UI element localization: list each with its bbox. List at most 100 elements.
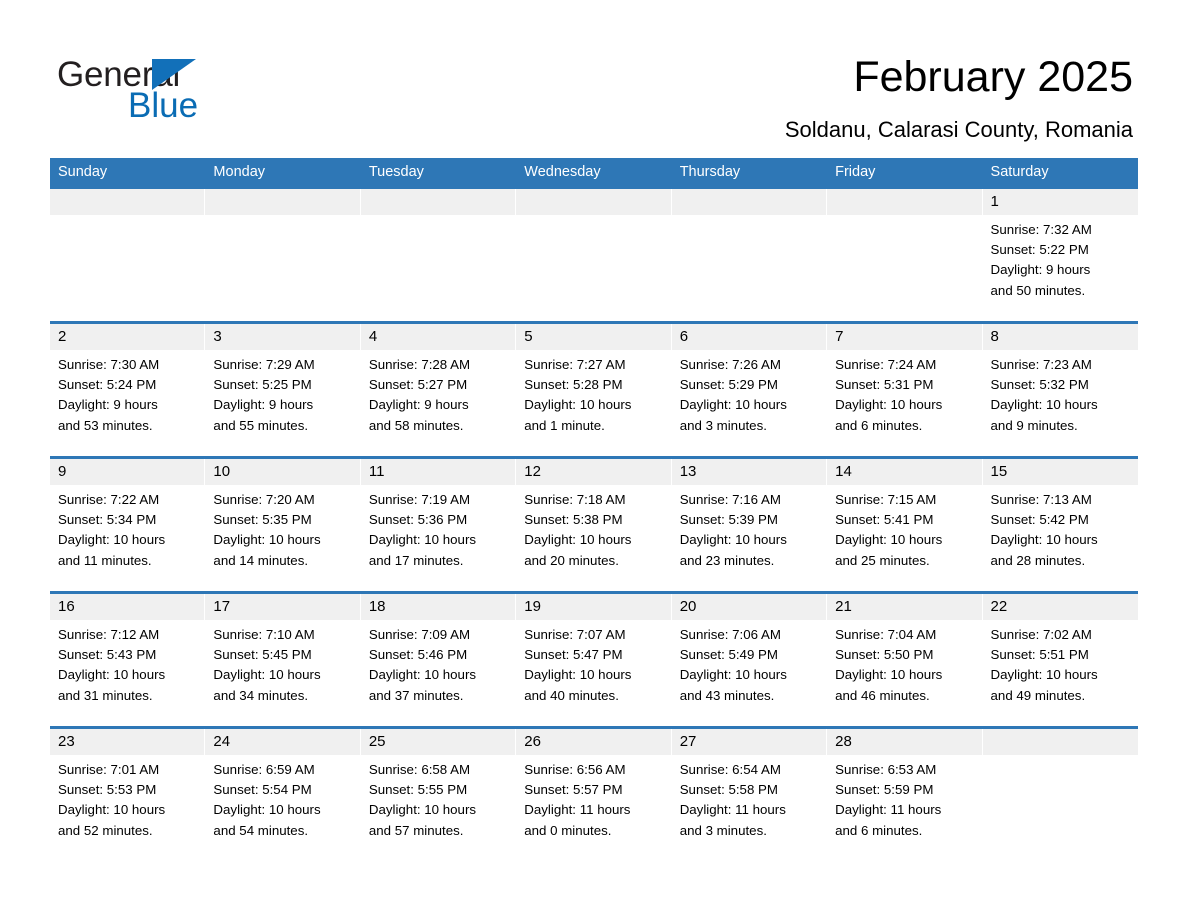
sunset-time: Sunset: 5:35 PM — [213, 512, 312, 528]
sunrise-time: Sunrise: 7:23 AM — [990, 357, 1092, 372]
calendar-day-cell[interactable]: 23 Sunrise: 7:01 AM Sunset: 5:53 PM Dayligh… — [50, 729, 206, 855]
daylight-duration-line-2: and 11 minutes. — [58, 552, 152, 568]
day-details: Sunrise: 6:53 AM Sunset: 5:59 PM Daylight:… — [827, 755, 981, 855]
calendar-day-cell[interactable]: 22 Sunrise: 7:02 AM Sunset: 5:51 PM Dayligh… — [982, 594, 1138, 720]
calendar-day-cell[interactable]: 10 Sunrise: 7:20 AM Sunset: 5:35 PM Dayligh… — [205, 459, 361, 585]
day-number: 22 — [982, 594, 1138, 620]
daylight-duration-line-2: and 34 minutes. — [213, 687, 309, 703]
calendar-day-cell[interactable]: 18 Sunrise: 7:09 AM Sunset: 5:46 PM Dayligh… — [360, 594, 517, 720]
sunrise-time: Sunrise: 7:26 AM — [679, 357, 781, 372]
day-details: Sunrise: 7:20 AM Sunset: 5:35 PM Daylight:… — [205, 485, 359, 585]
calendar-day-cell[interactable]: 7 Sunrise: 7:24 AM Sunset: 5:31 PM Daylight… — [827, 324, 983, 450]
calendar-day-cell[interactable]: 16 Sunrise: 7:12 AM Sunset: 5:43 PM Dayligh… — [50, 594, 206, 720]
day-of-week-header-monday: Monday — [213, 164, 266, 180]
sunrise-time: Sunrise: 7:09 AM — [368, 627, 471, 642]
day-details: Sunrise: 7:30 AM Sunset: 5:24 PM Daylight:… — [50, 350, 204, 450]
day-of-week-header-tuesday: Tuesday — [368, 164, 424, 180]
day-details: Sunrise: 7:23 AM Sunset: 5:32 PM Daylight:… — [983, 350, 1138, 450]
calendar-day-cell[interactable]: 3 Sunrise: 7:29 AM Sunset: 5:25 PM Daylight… — [205, 324, 361, 450]
daylight-duration-line-2: and 0 minutes. — [524, 822, 612, 838]
day-number: 11 — [360, 459, 516, 485]
calendar-day-cell[interactable]: 9 Sunrise: 7:22 AM Sunset: 5:34 PM Daylight… — [50, 459, 206, 585]
day-of-week-header-row: Sunday Monday Tuesday Wednesday Thursday Frid… — [50, 158, 1138, 186]
day-details: Sunrise: 7:09 AM Sunset: 5:46 PM Daylight:… — [361, 620, 515, 720]
daylight-duration-line-1: Daylight: 10 hours — [368, 802, 477, 818]
sunrise-time: Sunrise: 7:01 AM — [58, 762, 160, 777]
general-blue-logo: General Blue — [57, 55, 317, 130]
day-details: Sunrise: 7:13 AM Sunset: 5:42 PM Daylight:… — [983, 485, 1138, 585]
daylight-duration-line-2: and 9 minutes. — [990, 417, 1078, 433]
day-number — [671, 189, 827, 215]
calendar-day-cell-empty — [827, 189, 983, 315]
calendar-day-cell[interactable]: 20 Sunrise: 7:06 AM Sunset: 5:49 PM Dayligh… — [671, 594, 828, 720]
day-details: Sunrise: 7:15 AM Sunset: 5:41 PM Daylight:… — [827, 485, 981, 585]
day-number — [516, 189, 671, 215]
sunset-time: Sunset: 5:22 PM — [990, 242, 1089, 258]
sunset-time: Sunset: 5:59 PM — [835, 782, 934, 798]
sunset-time: Sunset: 5:25 PM — [213, 377, 312, 393]
day-number: 1 — [982, 189, 1138, 215]
day-number — [205, 189, 360, 215]
sunrise-time: Sunrise: 7:18 AM — [524, 492, 626, 507]
sunrise-time: Sunrise: 7:15 AM — [835, 492, 937, 507]
sunset-time: Sunset: 5:24 PM — [58, 377, 157, 393]
calendar-day-cell[interactable]: 13 Sunrise: 7:16 AM Sunset: 5:39 PM Dayligh… — [671, 459, 828, 585]
daylight-duration-line-1: Daylight: 9 hours — [990, 262, 1091, 278]
sunrise-time: Sunrise: 7:32 AM — [990, 222, 1092, 237]
calendar-day-cell[interactable]: 1 Sunrise: 7:32 AM Sunset: 5:22 PM Daylight… — [982, 189, 1138, 315]
day-details — [361, 215, 515, 315]
daylight-duration-line-1: Daylight: 9 hours — [368, 397, 469, 413]
day-details: Sunrise: 7:02 AM Sunset: 5:51 PM Daylight:… — [983, 620, 1138, 720]
calendar-day-cell[interactable]: 21 Sunrise: 7:04 AM Sunset: 5:50 PM Dayligh… — [827, 594, 983, 720]
day-number: 7 — [827, 324, 982, 350]
day-of-week-header-sunday: Sunday — [58, 164, 108, 180]
calendar-day-cell[interactable]: 12 Sunrise: 7:18 AM Sunset: 5:38 PM Dayligh… — [516, 459, 672, 585]
calendar-day-cell[interactable]: 5 Sunrise: 7:27 AM Sunset: 5:28 PM Daylight… — [516, 324, 672, 450]
calendar-week-row: 16 Sunrise: 7:12 AM Sunset: 5:43 PM Dayligh… — [50, 591, 1138, 720]
day-details: Sunrise: 7:19 AM Sunset: 5:36 PM Daylight:… — [361, 485, 515, 585]
day-details: Sunrise: 7:26 AM Sunset: 5:29 PM Daylight:… — [672, 350, 826, 450]
day-number: 27 — [671, 729, 827, 755]
calendar-day-cell[interactable]: 14 Sunrise: 7:15 AM Sunset: 5:41 PM Dayligh… — [827, 459, 983, 585]
calendar-day-cell[interactable]: 27 Sunrise: 6:54 AM Sunset: 5:58 PM Dayligh… — [671, 729, 828, 855]
calendar-day-cell[interactable]: 26 Sunrise: 6:56 AM Sunset: 5:57 PM Dayligh… — [516, 729, 672, 855]
sunrise-time: Sunrise: 7:24 AM — [835, 357, 937, 372]
calendar-day-cell[interactable]: 28 Sunrise: 6:53 AM Sunset: 5:59 PM Dayligh… — [827, 729, 983, 855]
sunrise-time: Sunrise: 7:06 AM — [679, 627, 781, 642]
daylight-duration-line-2: and 17 minutes. — [368, 552, 464, 568]
day-number: 6 — [671, 324, 827, 350]
daylight-duration-line-1: Daylight: 10 hours — [990, 397, 1098, 413]
daylight-duration-line-2: and 53 minutes. — [58, 417, 153, 433]
calendar-day-cell[interactable]: 11 Sunrise: 7:19 AM Sunset: 5:36 PM Dayligh… — [360, 459, 517, 585]
sunset-time: Sunset: 5:41 PM — [835, 512, 934, 528]
calendar-day-cell[interactable]: 24 Sunrise: 6:59 AM Sunset: 5:54 PM Dayligh… — [205, 729, 361, 855]
calendar-day-cell[interactable]: 19 Sunrise: 7:07 AM Sunset: 5:47 PM Dayligh… — [516, 594, 672, 720]
calendar-day-cell-empty — [982, 729, 1138, 855]
calendar-day-cell[interactable]: 8 Sunrise: 7:23 AM Sunset: 5:32 PM Daylight… — [982, 324, 1138, 450]
daylight-duration-line-2: and 58 minutes. — [368, 417, 464, 433]
day-number: 28 — [827, 729, 982, 755]
day-number: 18 — [360, 594, 516, 620]
sunrise-time: Sunrise: 7:02 AM — [990, 627, 1092, 642]
sunset-time: Sunset: 5:39 PM — [679, 512, 778, 528]
calendar-day-cell[interactable]: 4 Sunrise: 7:28 AM Sunset: 5:27 PM Daylight… — [360, 324, 517, 450]
calendar-day-cell[interactable]: 25 Sunrise: 6:58 AM Sunset: 5:55 PM Dayligh… — [360, 729, 517, 855]
calendar-day-cell[interactable]: 15 Sunrise: 7:13 AM Sunset: 5:42 PM Dayligh… — [982, 459, 1138, 585]
calendar-day-cell[interactable]: 2 Sunrise: 7:30 AM Sunset: 5:24 PM Daylight… — [50, 324, 206, 450]
sunrise-time: Sunrise: 7:22 AM — [58, 492, 160, 507]
calendar-week-row: 2 Sunrise: 7:30 AM Sunset: 5:24 PM Daylight… — [50, 321, 1138, 450]
daylight-duration-line-1: Daylight: 11 hours — [835, 802, 942, 818]
daylight-duration-line-1: Daylight: 10 hours — [213, 532, 321, 548]
calendar-day-cell[interactable]: 6 Sunrise: 7:26 AM Sunset: 5:29 PM Daylight… — [671, 324, 828, 450]
day-details: Sunrise: 7:32 AM Sunset: 5:22 PM Daylight:… — [983, 215, 1138, 315]
day-number — [360, 189, 516, 215]
calendar-day-cell-empty — [50, 189, 206, 315]
page-title: February 2025 — [853, 53, 1133, 101]
day-details: Sunrise: 6:56 AM Sunset: 5:57 PM Daylight:… — [516, 755, 670, 855]
day-number: 3 — [205, 324, 360, 350]
calendar-day-cell[interactable]: 17 Sunrise: 7:10 AM Sunset: 5:45 PM Dayligh… — [205, 594, 361, 720]
sunset-time: Sunset: 5:29 PM — [679, 377, 778, 393]
day-details: Sunrise: 7:29 AM Sunset: 5:25 PM Daylight:… — [205, 350, 359, 450]
calendar-day-cell-empty — [205, 189, 361, 315]
daylight-duration-line-2: and 23 minutes. — [679, 552, 775, 568]
